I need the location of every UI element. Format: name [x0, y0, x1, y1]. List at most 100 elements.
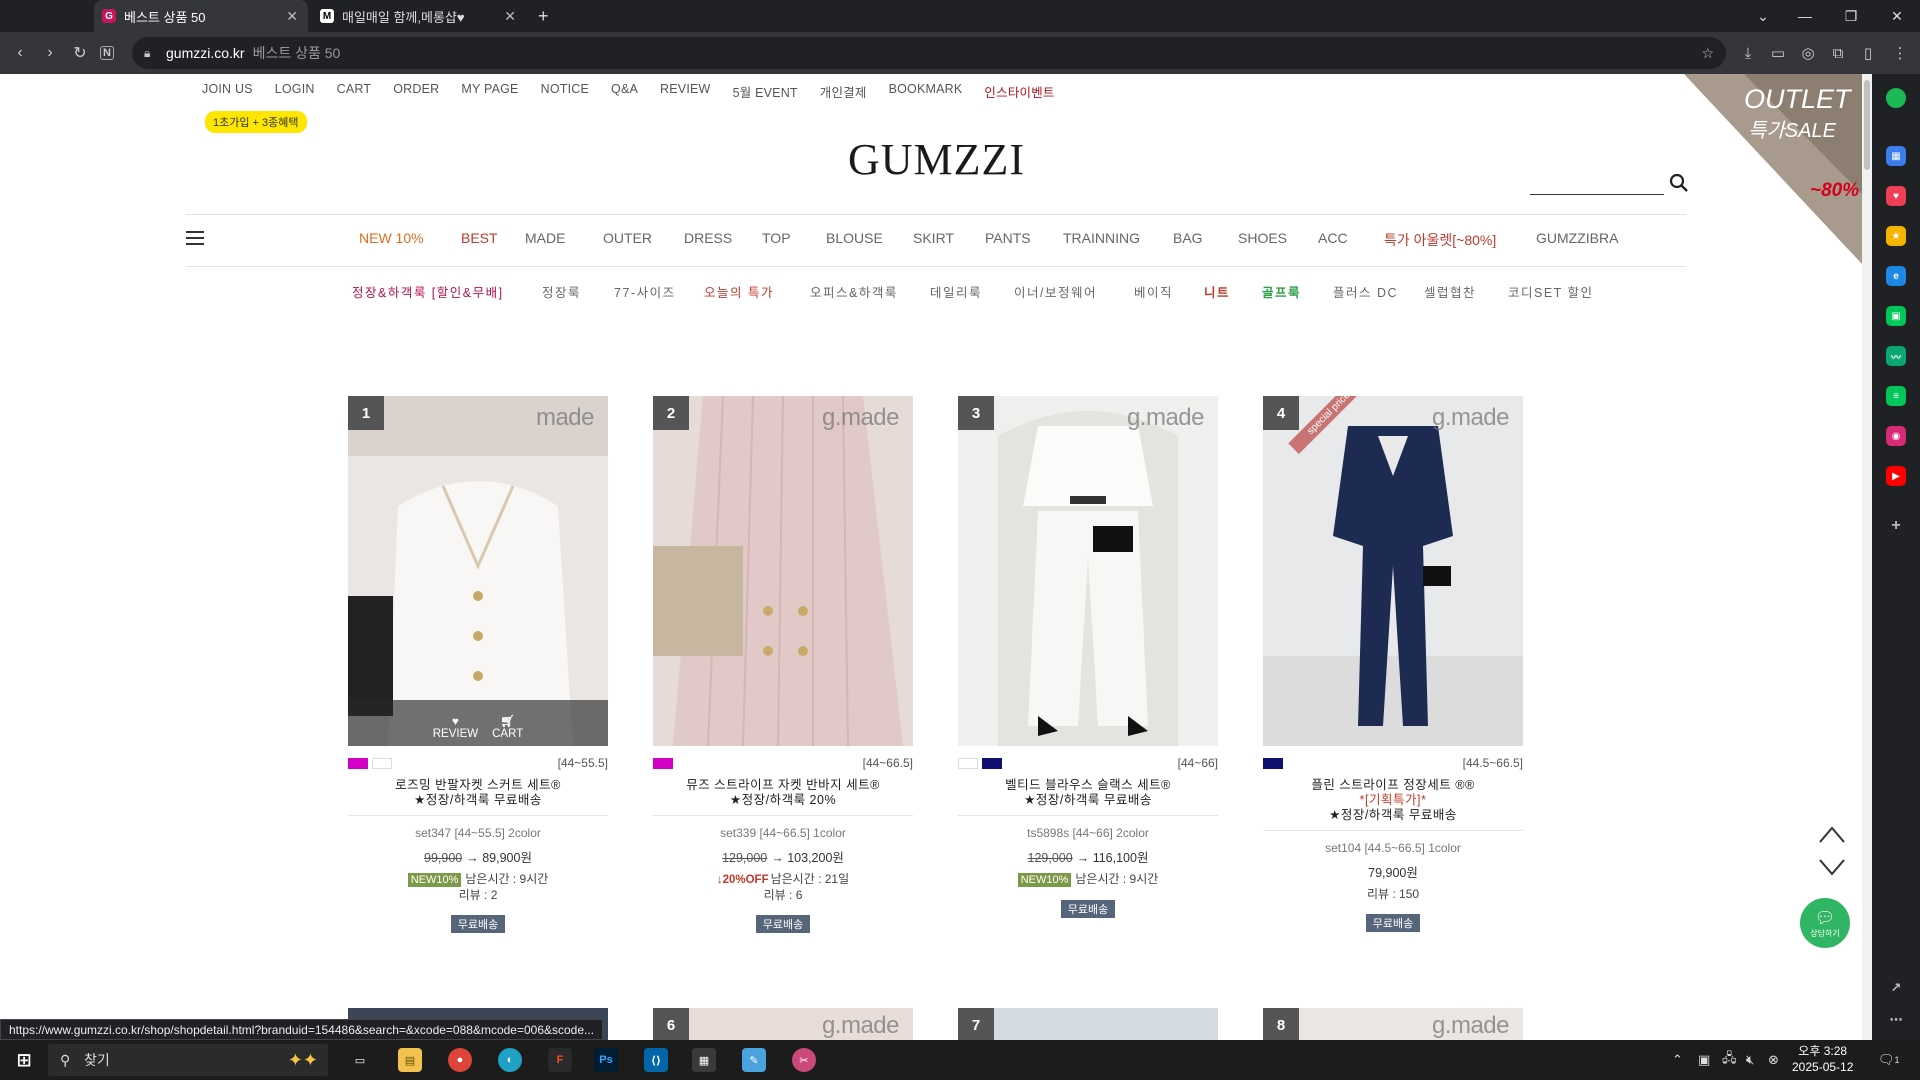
product-card[interactable]: 4 g.made special price [44.5~66.5] 플린 스트…: [1263, 396, 1523, 932]
review-link[interactable]: REVIEW: [660, 82, 711, 101]
subnav-77-size[interactable]: 77-사이즈: [614, 282, 676, 301]
product-name[interactable]: 뮤즈 스트라이프 자켓 반바지 세트® ★정장/하객룩 20%: [653, 778, 913, 808]
scrollbar-thumb[interactable]: [1864, 80, 1870, 170]
nav-bag[interactable]: BAG: [1173, 230, 1203, 246]
reload-icon[interactable]: ↻: [70, 43, 90, 63]
snipping-tool-icon[interactable]: ✂: [792, 1048, 816, 1072]
subnav-knit[interactable]: 니트: [1204, 282, 1230, 301]
pocket-icon[interactable]: ♥: [1886, 186, 1906, 206]
photoshop-icon[interactable]: Ps: [594, 1048, 618, 1072]
notepad-icon[interactable]: ✎: [742, 1048, 766, 1072]
tray-chevron-icon[interactable]: ⌃: [1672, 1040, 1683, 1080]
figma-icon[interactable]: F: [548, 1048, 572, 1072]
subnav-suit[interactable]: 정장룩: [542, 282, 581, 301]
close-tab-icon[interactable]: ✕: [286, 8, 298, 25]
order-link[interactable]: ORDER: [393, 82, 439, 101]
color-swatch[interactable]: [958, 757, 978, 769]
product-image[interactable]: 3 g.made: [958, 396, 1218, 746]
page-scrollbar[interactable]: [1862, 74, 1872, 1040]
join-us-link[interactable]: JOIN US: [202, 82, 253, 101]
personal-payment-link[interactable]: 개인결제: [820, 82, 867, 101]
sidebar-toggle-icon[interactable]: ▯: [1858, 43, 1878, 63]
close-window-icon[interactable]: ✕: [1874, 0, 1920, 32]
subnav-office[interactable]: 오피스&하객룩: [810, 282, 898, 301]
chat-consult-button[interactable]: 💬︎ 상담하기: [1800, 898, 1850, 948]
task-view-icon[interactable]: ▭: [348, 1048, 372, 1072]
vscode-icon[interactable]: ⟨⟩: [644, 1048, 668, 1072]
my-page-link[interactable]: MY PAGE: [461, 82, 518, 101]
nav-acc[interactable]: ACC: [1318, 230, 1348, 246]
nav-outer[interactable]: OUTER: [603, 230, 652, 246]
tab-search-icon[interactable]: ⌄: [1740, 0, 1786, 32]
open-external-icon[interactable]: ↗: [1886, 978, 1906, 998]
instagram-icon[interactable]: ◉: [1886, 426, 1906, 446]
subnav-celeb[interactable]: 셀럽협찬: [1424, 282, 1476, 301]
green-circle-icon[interactable]: [1886, 88, 1906, 108]
nav-blouse[interactable]: BLOUSE: [826, 230, 883, 246]
may-event-link[interactable]: 5월 EVENT: [733, 82, 798, 101]
shopping-icon[interactable]: ▣: [1886, 306, 1906, 326]
color-swatch[interactable]: [372, 757, 392, 769]
notification-center-icon[interactable]: 🗨︎ 1: [1878, 1040, 1900, 1080]
subnav-formal-guest[interactable]: 정장&하객룩 [할인&무배]: [352, 282, 504, 301]
subnav-plus-dc[interactable]: 플러스 DC: [1333, 282, 1398, 301]
subnav-basic[interactable]: 베이직: [1134, 282, 1173, 301]
stock-chart-icon[interactable]: 〰: [1886, 346, 1906, 366]
nav-skirt[interactable]: SKIRT: [913, 230, 954, 246]
bookmark-link[interactable]: BOOKMARK: [889, 82, 963, 101]
qna-link[interactable]: Q&A: [611, 82, 638, 101]
file-explorer-icon[interactable]: ▤: [398, 1048, 422, 1072]
color-swatch[interactable]: [348, 757, 368, 769]
subnav-coordi-set[interactable]: 코디SET 할인: [1508, 282, 1594, 301]
windows-start-icon[interactable]: ⊞: [12, 1048, 36, 1072]
network-icon[interactable]: 🖧︎: [1722, 1040, 1737, 1080]
color-swatch[interactable]: [982, 757, 1002, 769]
site-logo[interactable]: GUMZZI: [848, 134, 1025, 185]
hamburger-menu-icon[interactable]: [186, 231, 204, 245]
chat-ext-icon[interactable]: ≡: [1886, 386, 1906, 406]
scroll-up-icon[interactable]: [1818, 824, 1846, 844]
download-icon[interactable]: ⤓: [1738, 43, 1758, 63]
product-name[interactable]: 플린 스트라이프 정장세트 ®® *[기획특가]* ★정장/하객룩 무료배송: [1263, 778, 1523, 823]
edge-browser-icon[interactable]: ◐: [498, 1048, 522, 1072]
volume-mute-icon[interactable]: 🔇︎: [1746, 1040, 1754, 1080]
extensions-icon[interactable]: ⧉: [1828, 43, 1848, 63]
forward-icon[interactable]: ›: [40, 43, 60, 63]
nav-dress[interactable]: DRESS: [684, 230, 732, 246]
tray-status-icon[interactable]: ⊗: [1768, 1040, 1779, 1080]
cart-link[interactable]: CART: [337, 82, 372, 101]
menu-dots-icon[interactable]: ⋮: [1890, 43, 1910, 63]
product-image[interactable]: 4 g.made special price: [1263, 396, 1523, 746]
add-panel-icon[interactable]: +: [1886, 516, 1906, 536]
bookmark-star-ext-icon[interactable]: ★: [1886, 226, 1906, 246]
tray-meet-icon[interactable]: ▣: [1698, 1040, 1710, 1080]
color-swatch[interactable]: [653, 757, 673, 769]
tab-merong-shop[interactable]: M 매일매일 함께,메롱샵♥ ✕: [312, 0, 526, 32]
nav-new[interactable]: NEW 10%: [359, 230, 424, 246]
subnav-today-special[interactable]: 오늘의 특가: [704, 282, 774, 301]
search-input[interactable]: [1530, 194, 1664, 195]
close-tab-icon[interactable]: ✕: [504, 8, 516, 25]
product-card[interactable]: 8 g.made: [1263, 1008, 1523, 1040]
join-benefit-badge[interactable]: 1초가입 + 3종혜택: [205, 111, 307, 133]
calendar-icon[interactable]: ▦: [1886, 146, 1906, 166]
login-link[interactable]: LOGIN: [275, 82, 315, 101]
nav-top[interactable]: TOP: [762, 230, 791, 246]
product-image[interactable]: 2 g.made: [653, 396, 913, 746]
scroll-down-icon[interactable]: [1818, 858, 1846, 878]
product-card[interactable]: 3 g.made [44~66] 벨티드 블라우스 슬랙스 세트® ★정장/하객룩…: [958, 396, 1218, 918]
bookmark-star-icon[interactable]: ☆: [1701, 45, 1714, 62]
cart-button[interactable]: 🛒︎ CART: [492, 714, 523, 740]
product-name[interactable]: 로즈밍 반팔자켓 스커트 세트® ★정장/하객룩 무료배송: [348, 778, 608, 808]
calculator-icon[interactable]: ▦: [692, 1048, 716, 1072]
nav-training[interactable]: TRAINNING: [1063, 230, 1140, 246]
subnav-inner[interactable]: 이너/보정웨어: [1014, 282, 1097, 301]
back-icon[interactable]: ‹: [10, 43, 30, 63]
product-card[interactable]: 7: [958, 1008, 1218, 1040]
chrome-icon[interactable]: ●: [448, 1048, 472, 1072]
address-bar[interactable]: 🔒︎ gumzzi.co.kr 베스트 상품 50 ☆: [132, 37, 1726, 69]
subnav-golf[interactable]: 골프룩: [1262, 282, 1301, 301]
subnav-daily[interactable]: 데일리룩: [930, 282, 982, 301]
minimize-icon[interactable]: —: [1782, 0, 1828, 32]
video-icon[interactable]: ▭: [1768, 43, 1788, 63]
